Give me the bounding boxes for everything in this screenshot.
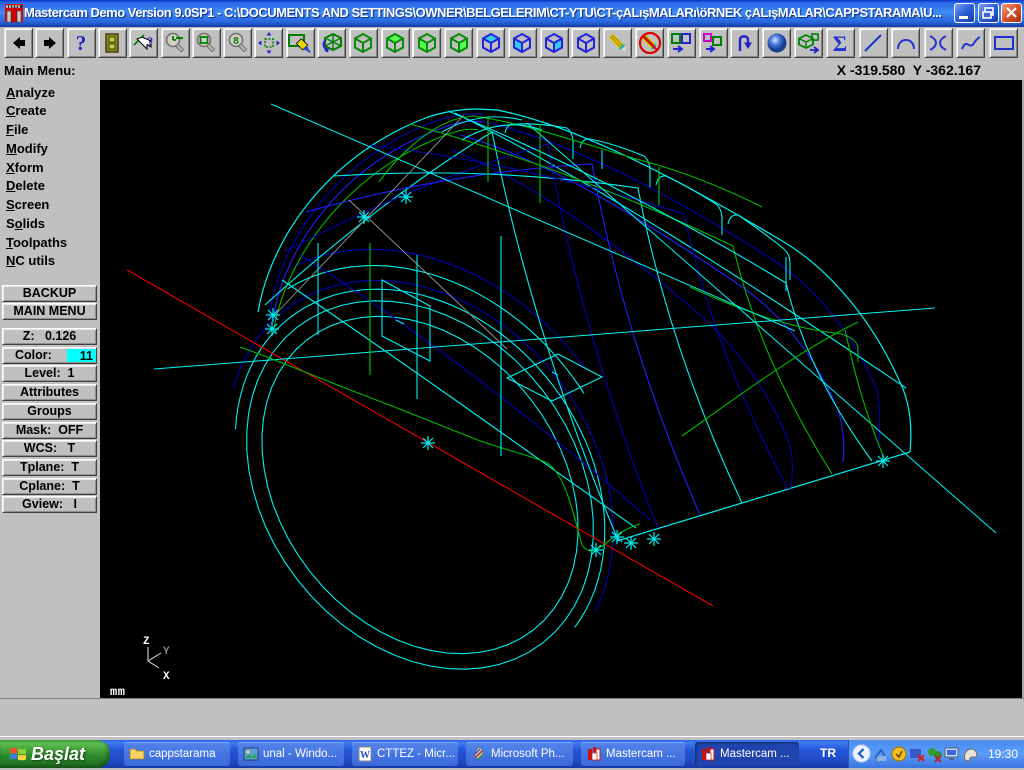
svg-text:mm: mm	[110, 685, 125, 698]
svg-text:W: W	[360, 750, 370, 761]
svg-text:8: 8	[233, 36, 239, 47]
svg-text:Y: Y	[163, 646, 170, 658]
svg-text:Z: Z	[143, 636, 150, 648]
svg-text:?: ?	[146, 34, 153, 49]
svg-text:X: X	[163, 671, 170, 683]
svg-text:?: ?	[76, 31, 87, 55]
svg-text:Σ: Σ	[833, 31, 847, 55]
